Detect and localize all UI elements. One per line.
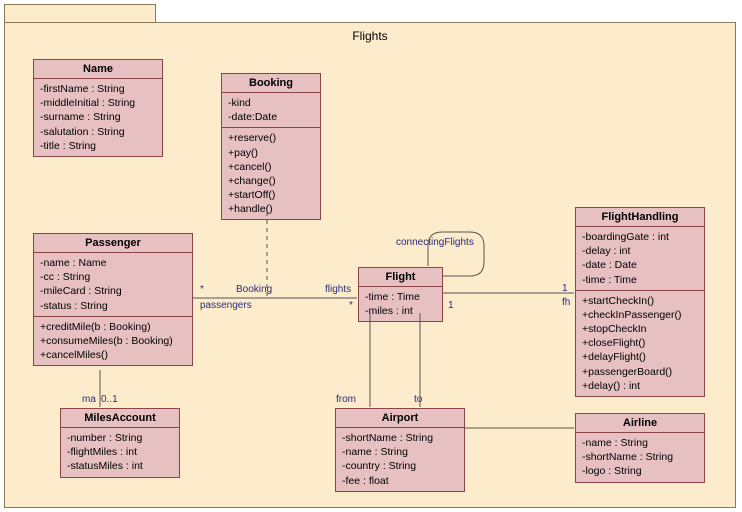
label-ma-mult: 0..1 <box>101 394 118 405</box>
label-one-flight: 1 <box>448 300 454 311</box>
class-milesaccount: MilesAccount -number : String -flightMil… <box>60 408 180 478</box>
label-passengers-star: * <box>200 284 204 295</box>
label-ma: ma <box>82 394 96 405</box>
label-flights-star: * <box>349 300 353 311</box>
class-passenger: Passenger -name : Name -cc : String -mil… <box>33 233 193 366</box>
class-name-attrs: -firstName : String -middleInitial : Str… <box>34 79 162 156</box>
class-airline-header: Airline <box>576 414 704 433</box>
class-airport: Airport -shortName : String -name : Stri… <box>335 408 465 492</box>
class-flighthandling: FlightHandling -boardingGate : int -dela… <box>575 207 705 397</box>
class-flight-attrs: -time : Time -miles : int <box>359 287 442 321</box>
label-flights: flights <box>325 284 351 295</box>
class-flighthandling-ops: +startCheckIn() +checkInPassenger() +sto… <box>576 291 704 396</box>
class-milesaccount-header: MilesAccount <box>61 409 179 428</box>
label-one-fh: 1 <box>562 283 568 294</box>
flights-package: Flights Name -firstName : String -middle… <box>4 22 736 508</box>
label-from: from <box>336 394 356 405</box>
diagram-canvas: Flights Name -firstName : String -middle… <box>0 0 742 512</box>
class-booking-ops: +reserve() +pay() +cancel() +change() +s… <box>222 128 320 219</box>
class-passenger-header: Passenger <box>34 234 192 253</box>
class-name: Name -firstName : String -middleInitial … <box>33 59 163 157</box>
label-passengers: passengers <box>200 300 252 311</box>
label-fh: fh <box>562 297 570 308</box>
class-milesaccount-attrs: -number : String -flightMiles : int -sta… <box>61 428 179 477</box>
class-booking-header: Booking <box>222 74 320 93</box>
label-to: to <box>414 394 422 405</box>
class-flight-header: Flight <box>359 268 442 287</box>
class-flight: Flight -time : Time -miles : int <box>358 267 443 322</box>
package-tab <box>4 4 156 23</box>
class-name-header: Name <box>34 60 162 79</box>
class-airport-header: Airport <box>336 409 464 428</box>
class-airline: Airline -name : String -shortName : Stri… <box>575 413 705 483</box>
class-flighthandling-header: FlightHandling <box>576 208 704 227</box>
label-booking-assoc: Booking <box>236 284 272 295</box>
class-passenger-ops: +creditMile(b : Booking) +consumeMiles(b… <box>34 317 192 366</box>
class-flighthandling-attrs: -boardingGate : int -delay : int -date :… <box>576 227 704 291</box>
label-connecting-flights: connectingFlights <box>396 237 474 248</box>
class-booking-attrs: -kind -date:Date <box>222 93 320 128</box>
class-airline-attrs: -name : String -shortName : String -logo… <box>576 433 704 482</box>
class-booking: Booking -kind -date:Date +reserve() +pay… <box>221 73 321 220</box>
class-airport-attrs: -shortName : String -name : String -coun… <box>336 428 464 491</box>
package-title: Flights <box>5 29 735 43</box>
class-passenger-attrs: -name : Name -cc : String -mileCard : St… <box>34 253 192 317</box>
